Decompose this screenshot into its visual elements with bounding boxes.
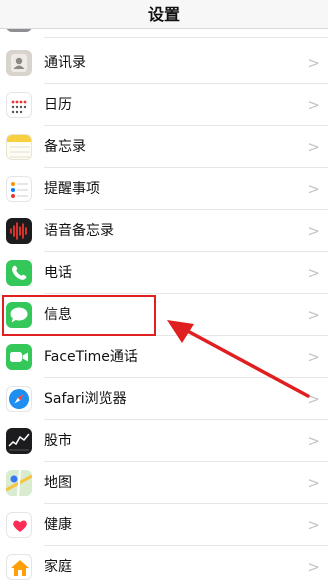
annotation-arrow-icon [167,320,310,398]
